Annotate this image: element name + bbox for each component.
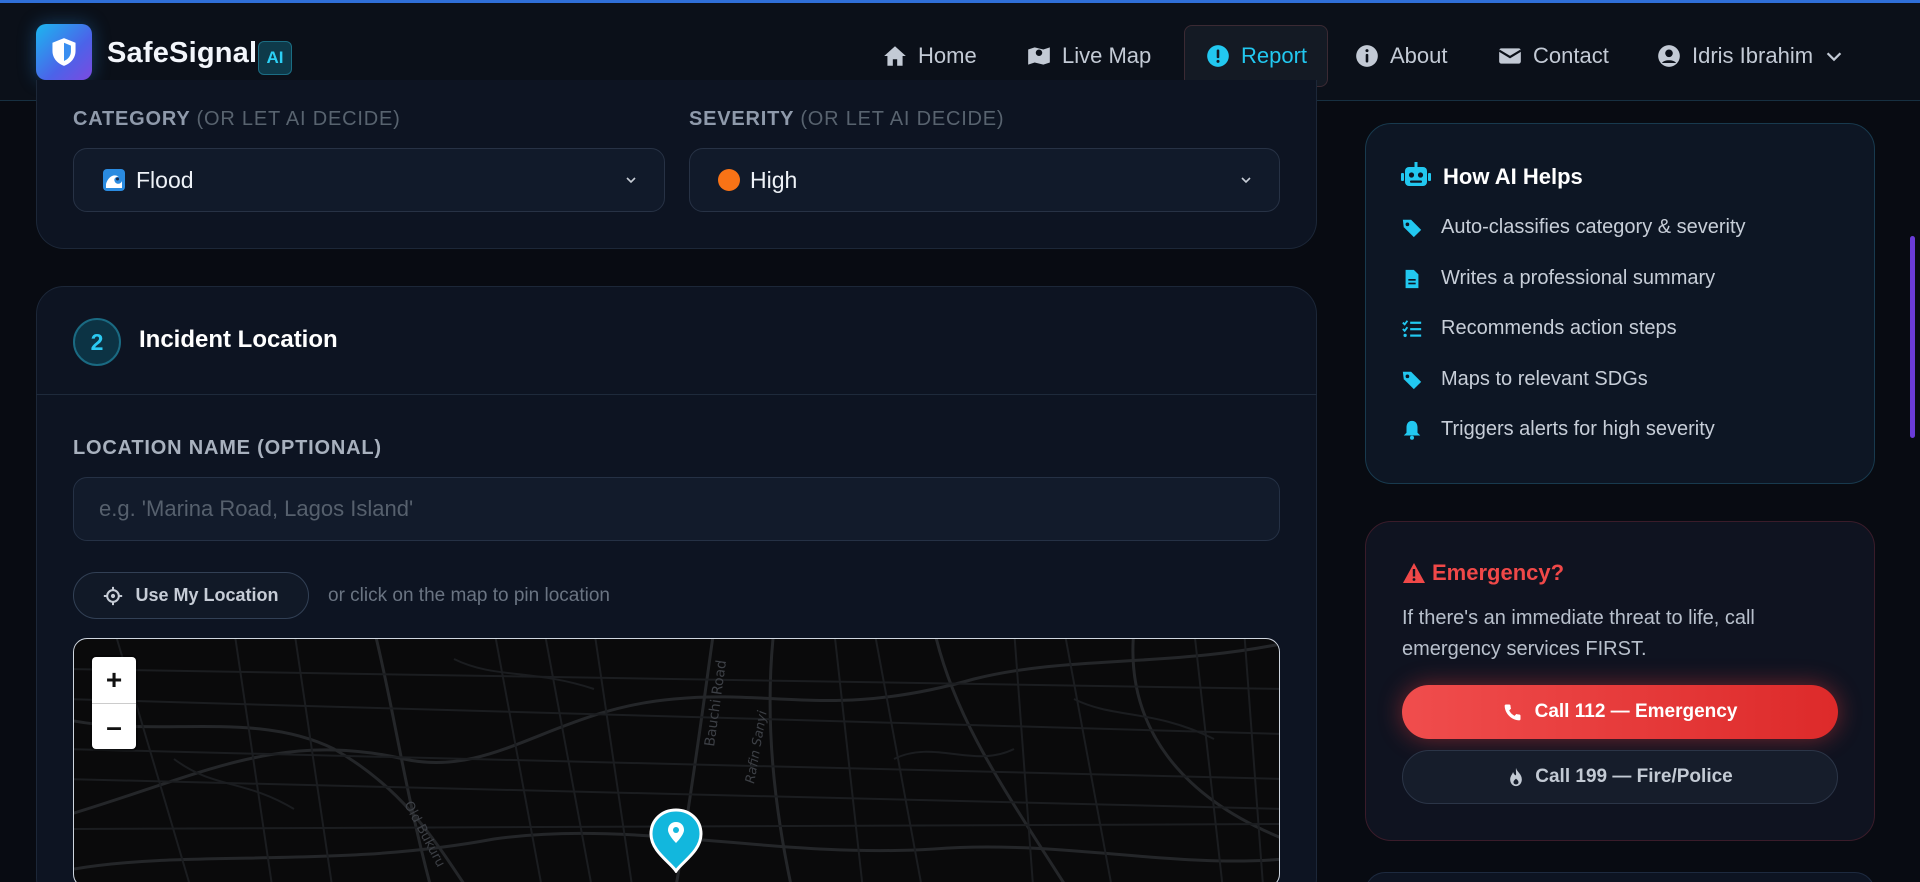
user-circle-icon — [1658, 45, 1680, 67]
shield-icon — [52, 38, 76, 66]
call-emergency-label: Call 112 — Emergency — [1534, 701, 1738, 722]
section-divider — [36, 394, 1317, 395]
tag-icon — [1402, 371, 1422, 389]
call-fire-police-label: Call 199 — Fire/Police — [1535, 766, 1733, 787]
map-hint: or click on the map to pin location — [328, 585, 610, 606]
chevron-down-icon — [1826, 52, 1842, 62]
ai-help-text: Writes a professional summary — [1441, 267, 1716, 289]
step-number-badge: 2 — [73, 318, 121, 366]
severity-label: SEVERITY (OR LET AI DECIDE) — [689, 108, 1005, 130]
location-name-label: LOCATION NAME (OPTIONAL) — [73, 437, 382, 459]
exclamation-circle-icon — [1207, 45, 1229, 67]
severity-dot-icon — [718, 169, 740, 191]
wave-icon — [103, 169, 125, 191]
ai-help-item: Writes a professional summary — [1401, 267, 1715, 290]
category-label: CATEGORY (OR LET AI DECIDE) — [73, 108, 401, 130]
category-select[interactable]: Flood — [73, 148, 665, 212]
nav-live-map[interactable]: Live Map — [1026, 25, 1151, 87]
ai-help-text: Triggers alerts for high severity — [1441, 418, 1715, 440]
ai-help-text: Auto-classifies category & severity — [1441, 216, 1746, 238]
user-menu[interactable]: Idris Ibrahim — [1656, 25, 1845, 87]
user-name: Idris Ibrahim — [1692, 43, 1814, 68]
crosshair-icon — [104, 586, 123, 605]
nav-about-label: About — [1390, 43, 1448, 68]
emergency-title-row: Emergency? — [1402, 560, 1564, 586]
severity-value: High — [750, 166, 798, 193]
nav-contact-label: Contact — [1533, 43, 1609, 68]
category-hint: (OR LET AI DECIDE) — [196, 108, 401, 130]
emergency-card: Emergency? If there's an immediate threa… — [1365, 521, 1875, 841]
ai-helps-title: How AI Helps — [1443, 164, 1583, 189]
ai-help-item: Maps to relevant SDGs — [1401, 368, 1648, 391]
tag-icon — [1402, 219, 1422, 237]
robot-icon — [1401, 162, 1431, 186]
ai-help-text: Recommends action steps — [1441, 317, 1677, 339]
section-title: Incident Location — [139, 326, 338, 353]
document-icon — [1405, 269, 1419, 288]
info-circle-icon — [1356, 45, 1378, 67]
zoom-in-button[interactable]: + — [92, 657, 136, 703]
brand-name[interactable]: SafeSignal — [107, 37, 257, 70]
warning-triangle-icon — [1403, 563, 1425, 583]
home-icon — [884, 46, 906, 66]
ai-badge: AI — [258, 41, 292, 75]
map-icon — [1028, 47, 1050, 65]
use-my-location-button[interactable]: Use My Location — [73, 572, 309, 619]
nav-home[interactable]: Home — [882, 25, 977, 87]
nav-live-map-label: Live Map — [1062, 43, 1152, 68]
ai-help-item: Triggers alerts for high severity — [1401, 418, 1715, 441]
use-my-location-label: Use My Location — [135, 585, 279, 605]
nav-report[interactable]: Report — [1184, 25, 1329, 87]
zoom-out-button[interactable]: – — [92, 703, 136, 749]
severity-select[interactable]: High — [689, 148, 1280, 212]
emergency-text: If there's an immediate threat to life, … — [1402, 607, 1755, 660]
ai-helps-card: How AI Helps Auto-classifies category & … — [1365, 123, 1875, 484]
emergency-title: Emergency? — [1432, 560, 1565, 585]
location-pin-icon[interactable] — [648, 807, 704, 873]
nav-report-label: Report — [1241, 43, 1308, 68]
location-name-input[interactable] — [73, 477, 1280, 541]
street-label-old-bukuru: Old Bukuru — [400, 799, 447, 870]
nav-home-label: Home — [918, 43, 977, 68]
envelope-icon — [1498, 48, 1522, 64]
street-label-bauchi-road: Bauchi Road — [702, 659, 730, 747]
ai-help-item: Auto-classifies category & severity — [1401, 216, 1746, 239]
bell-icon — [1403, 420, 1421, 440]
ai-help-item: Recommends action steps — [1401, 317, 1677, 340]
ai-help-text: Maps to relevant SDGs — [1441, 368, 1648, 390]
category-value: Flood — [136, 166, 194, 193]
location-map[interactable]: Bauchi Road Rafin Sanyi Old Bukuru + – — [73, 638, 1280, 882]
next-sidebar-card — [1365, 872, 1875, 882]
chevron-down-icon — [626, 177, 636, 184]
list-check-icon — [1402, 319, 1422, 337]
scrollbar-thumb[interactable] — [1910, 236, 1915, 438]
fire-icon — [1510, 767, 1523, 787]
nav-about[interactable]: About — [1354, 25, 1448, 87]
severity-hint: (OR LET AI DECIDE) — [800, 108, 1005, 130]
zoom-controls: + – — [92, 657, 136, 749]
logo[interactable] — [36, 24, 92, 80]
nav-contact[interactable]: Contact — [1497, 25, 1609, 87]
street-label-rafin-sanyi: Rafin Sanyi — [743, 709, 771, 784]
chevron-down-icon — [1241, 177, 1251, 184]
call-emergency-button[interactable]: Call 112 — Emergency — [1402, 685, 1838, 739]
phone-icon — [1504, 704, 1521, 721]
call-fire-police-button[interactable]: Call 199 — Fire/Police — [1402, 750, 1838, 804]
